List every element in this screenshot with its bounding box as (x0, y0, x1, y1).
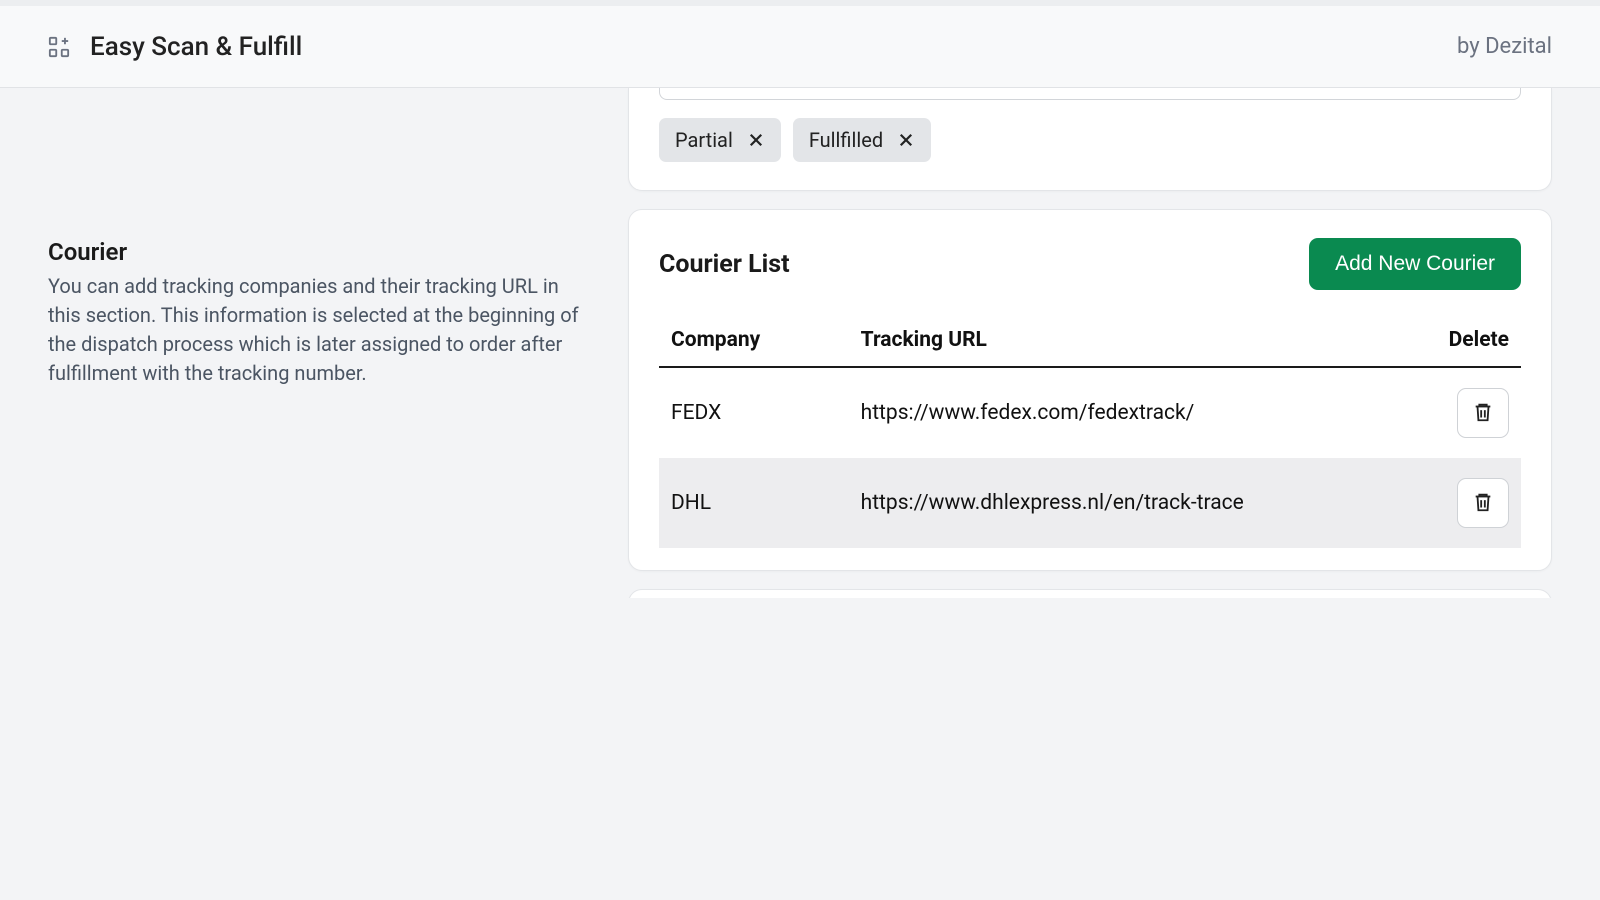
courier-table: Company Tracking URL Delete FEDX https:/… (659, 318, 1521, 548)
column-company: Company (659, 318, 849, 367)
cell-url: https://www.dhlexpress.nl/en/track-trace (849, 458, 1401, 548)
close-icon[interactable] (897, 131, 915, 149)
cell-company: DHL (659, 458, 849, 548)
courier-list-header: Courier List Add New Courier (659, 238, 1521, 290)
right-column: Partial Fullfilled Courier List Add New … (628, 88, 1552, 598)
extra-settings-card: Add Tags When Order Fullfilled (628, 589, 1552, 598)
chip-label: Fullfilled (809, 128, 883, 152)
left-column: Courier You can add tracking companies a… (48, 88, 588, 598)
tag-input[interactable] (659, 88, 1521, 100)
top-bar-left: Easy Scan & Fulfill (48, 32, 302, 62)
column-delete: Delete (1400, 318, 1521, 367)
tag-chips: Partial Fullfilled (659, 118, 1521, 162)
tag-chip-partial[interactable]: Partial (659, 118, 781, 162)
tags-card: Partial Fullfilled (628, 88, 1552, 191)
table-row: FEDX https://www.fedex.com/fedextrack/ (659, 367, 1521, 458)
chip-label: Partial (675, 128, 733, 152)
delete-button[interactable] (1457, 388, 1509, 438)
courier-section-description: You can add tracking companies and their… (48, 272, 588, 388)
table-row: DHL https://www.dhlexpress.nl/en/track-t… (659, 458, 1521, 548)
vendor-text: by Dezital (1457, 34, 1552, 59)
courier-list-card: Courier List Add New Courier Company Tra… (628, 209, 1552, 571)
courier-section-title: Courier (48, 238, 588, 266)
delete-button[interactable] (1457, 478, 1509, 528)
cell-company: FEDX (659, 367, 849, 458)
column-tracking-url: Tracking URL (849, 318, 1401, 367)
close-icon[interactable] (747, 131, 765, 149)
top-bar: Easy Scan & Fulfill by Dezital (0, 0, 1600, 88)
content-area: Courier You can add tracking companies a… (0, 88, 1600, 598)
trash-icon (1472, 401, 1494, 426)
courier-list-title: Courier List (659, 250, 790, 279)
apps-grid-icon (48, 36, 70, 58)
trash-icon (1472, 491, 1494, 516)
cell-url: https://www.fedex.com/fedextrack/ (849, 367, 1401, 458)
add-new-courier-button[interactable]: Add New Courier (1309, 238, 1521, 290)
tag-chip-fullfilled[interactable]: Fullfilled (793, 118, 931, 162)
app-title: Easy Scan & Fulfill (90, 32, 302, 62)
